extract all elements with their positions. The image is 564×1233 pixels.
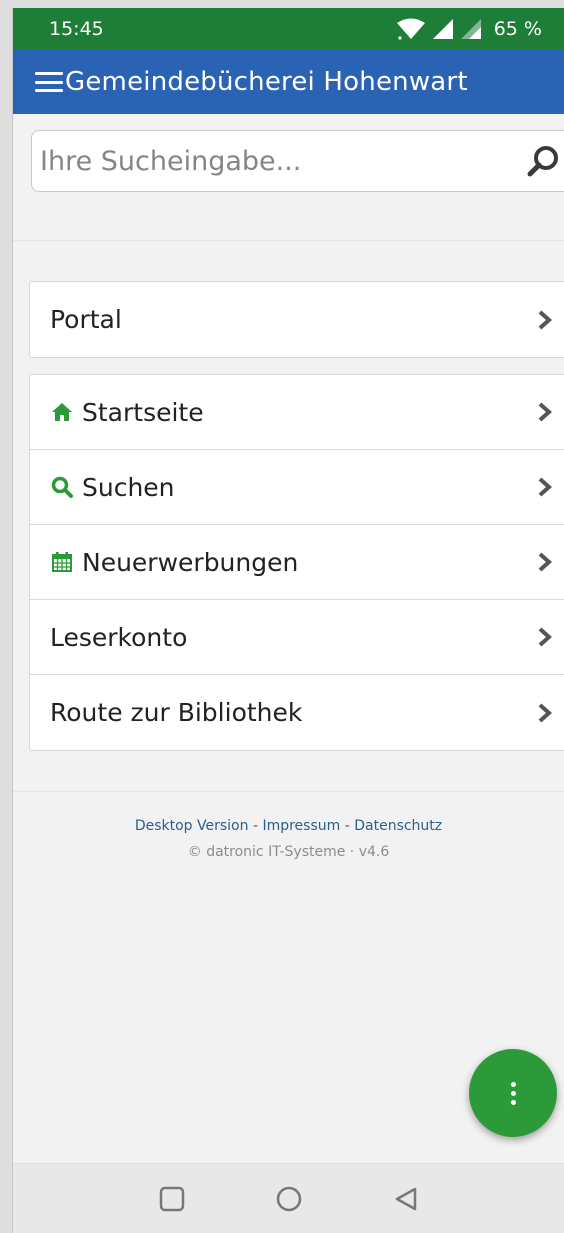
wifi-icon bbox=[396, 18, 426, 40]
portal-item[interactable]: Portal bbox=[30, 282, 564, 357]
nav-item-leserkonto[interactable]: Leserkonto bbox=[30, 600, 564, 675]
footer-links: Desktop Version - Impressum - Datenschut… bbox=[13, 818, 564, 834]
footer-separator: - bbox=[248, 818, 263, 834]
chevron-right-icon bbox=[536, 626, 554, 648]
footer-separator: - bbox=[340, 818, 355, 834]
chevron-right-icon bbox=[536, 401, 554, 423]
app-bar: Gemeindebücherei Hohenwart bbox=[13, 50, 564, 114]
datenschutz-link[interactable]: Datenschutz bbox=[354, 818, 442, 834]
signal-weak-icon bbox=[460, 18, 482, 40]
nav-item-label: Leserkonto bbox=[50, 622, 188, 652]
app-title: Gemeindebücherei Hohenwart bbox=[65, 67, 468, 97]
search-section bbox=[13, 114, 564, 192]
circle-home-icon[interactable] bbox=[275, 1185, 303, 1213]
status-bar: 15:45 65 % bbox=[13, 8, 564, 50]
search-icon[interactable] bbox=[524, 141, 564, 181]
calendar-icon bbox=[50, 550, 74, 574]
nav-item-suchen[interactable]: Suchen bbox=[30, 450, 564, 525]
hamburger-menu-icon[interactable] bbox=[35, 72, 63, 92]
system-nav-bar bbox=[13, 1163, 564, 1233]
home-icon bbox=[50, 400, 74, 424]
more-vertical-icon bbox=[510, 1081, 516, 1105]
chevron-right-icon bbox=[536, 551, 554, 573]
status-time: 15:45 bbox=[49, 18, 104, 40]
phone-screen: 15:45 65 % Gemeindebücherei Hohenwart Ih… bbox=[12, 8, 564, 1233]
nav-item-label: Suchen bbox=[82, 472, 175, 502]
chevron-right-icon bbox=[536, 476, 554, 498]
nav-item-route[interactable]: Route zur Bibliothek bbox=[30, 675, 564, 750]
chevron-right-icon bbox=[536, 309, 554, 331]
nav-item-label: Startseite bbox=[82, 397, 204, 427]
signal-icon bbox=[432, 18, 454, 40]
search-box bbox=[31, 130, 564, 192]
nav-item-startseite[interactable]: Startseite bbox=[30, 375, 564, 450]
chevron-right-icon bbox=[536, 702, 554, 724]
battery-text: 65 % bbox=[493, 18, 542, 40]
desktop-version-link[interactable]: Desktop Version bbox=[135, 818, 249, 834]
square-recents-icon[interactable] bbox=[159, 1186, 185, 1212]
portal-card: Portal bbox=[29, 281, 564, 358]
impressum-link[interactable]: Impressum bbox=[262, 818, 340, 834]
nav-card: Startseite Suchen Neuerwerbungen Leserko… bbox=[29, 374, 564, 751]
search-input[interactable] bbox=[40, 145, 524, 177]
more-options-fab[interactable] bbox=[469, 1049, 557, 1137]
copyright-text: © datronic IT-Systeme · v4.6 bbox=[187, 844, 390, 860]
footer: Desktop Version - Impressum - Datenschut… bbox=[13, 818, 564, 860]
portal-label: Portal bbox=[50, 305, 122, 334]
nav-item-neuerwerbungen[interactable]: Neuerwerbungen bbox=[30, 525, 564, 600]
divider bbox=[13, 240, 564, 241]
divider bbox=[13, 791, 564, 792]
triangle-back-icon[interactable] bbox=[393, 1186, 419, 1212]
status-icons: 65 % bbox=[396, 18, 542, 40]
search-icon bbox=[50, 475, 74, 499]
nav-item-label: Neuerwerbungen bbox=[82, 547, 299, 577]
nav-item-label: Route zur Bibliothek bbox=[50, 698, 303, 727]
